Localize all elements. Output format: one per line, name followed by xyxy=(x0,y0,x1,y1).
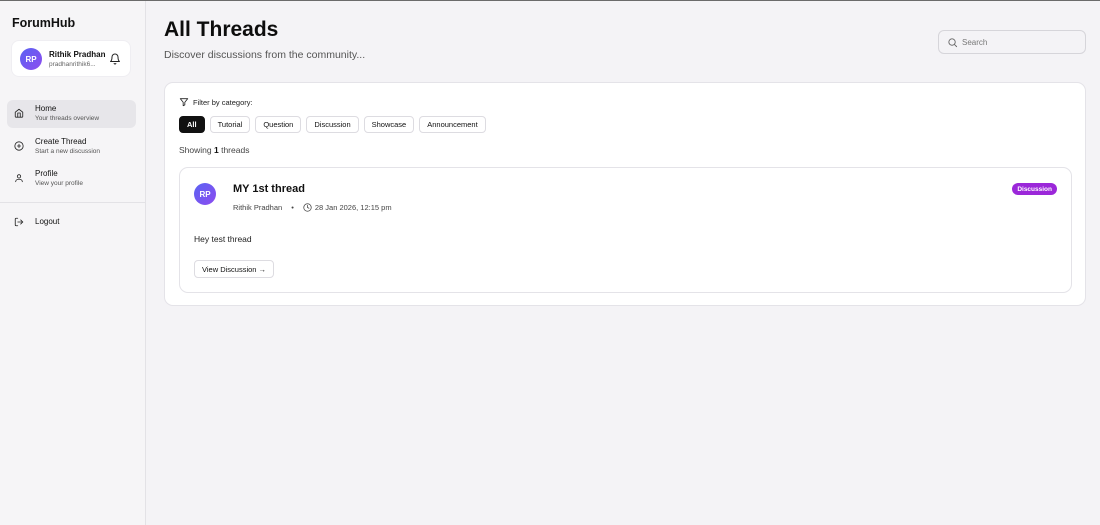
clock-icon xyxy=(303,203,312,212)
category-chips: All Tutorial Question Discussion Showcas… xyxy=(179,116,486,133)
category-chip-all[interactable]: All xyxy=(179,116,205,133)
thread-card[interactable]: RP MY 1st thread Rithik Pradhan • 28 Jan… xyxy=(179,167,1072,293)
results-count: Showing 1 threads xyxy=(179,145,249,155)
page-subtitle: Discover discussions from the community.… xyxy=(164,49,366,61)
sidebar-item-home[interactable]: Home Your threads overview xyxy=(7,100,136,128)
user-card[interactable]: RP Rithik Pradhan pradhanrithik6... xyxy=(11,40,131,77)
filter-label: Filter by category: xyxy=(179,97,253,107)
thread-author-avatar: RP xyxy=(194,183,216,205)
category-chip-question[interactable]: Question xyxy=(255,116,302,133)
sidebar-item-title: Profile xyxy=(35,169,58,178)
plus-circle-icon xyxy=(14,141,24,151)
user-email: pradhanrithik6... xyxy=(49,61,96,68)
category-chip-showcase[interactable]: Showcase xyxy=(363,116,415,133)
filter-label-text: Filter by category: xyxy=(193,97,253,107)
sidebar-item-profile[interactable]: Profile View your profile xyxy=(7,165,136,193)
logout-label: Logout xyxy=(35,217,60,226)
threads-panel: Filter by category: All Tutorial Questio… xyxy=(164,82,1086,306)
logout-icon xyxy=(14,217,24,227)
brand-logo[interactable]: ForumHub xyxy=(12,16,75,30)
sidebar-item-subtitle: Start a new discussion xyxy=(35,148,101,155)
thread-author: Rithik Pradhan xyxy=(233,203,283,212)
meta-separator: • xyxy=(291,203,294,212)
category-chip-discussion[interactable]: Discussion xyxy=(306,116,359,133)
sidebar: ForumHub RP Rithik Pradhan pradhanrithik… xyxy=(0,1,146,525)
search-icon xyxy=(948,38,958,48)
results-number: 1 xyxy=(213,145,219,155)
sidebar-divider xyxy=(0,202,145,203)
category-badge: Discussion xyxy=(1012,183,1057,195)
page-title: All Threads xyxy=(164,18,279,41)
sidebar-item-title: Home xyxy=(35,104,57,113)
results-prefix: Showing xyxy=(179,145,212,155)
category-chip-tutorial[interactable]: Tutorial xyxy=(209,116,251,133)
sidebar-item-title: Create Thread xyxy=(35,137,87,146)
thread-date: 28 Jan 2026, 12:15 pm xyxy=(314,203,392,212)
thread-excerpt: Hey test thread xyxy=(194,234,252,244)
results-suffix: threads xyxy=(221,145,250,155)
logout-button[interactable]: Logout xyxy=(7,214,136,232)
user-icon xyxy=(15,174,23,183)
bell-icon[interactable] xyxy=(109,53,121,65)
sidebar-item-create-thread[interactable]: Create Thread Start a new discussion xyxy=(7,133,136,161)
thread-meta: Rithik Pradhan • 28 Jan 2026, 12:15 pm xyxy=(233,203,392,212)
category-chip-announcement[interactable]: Announcement xyxy=(419,116,486,133)
user-name: Rithik Pradhan xyxy=(49,50,106,59)
home-icon xyxy=(14,108,24,118)
filter-icon xyxy=(179,98,189,107)
search-input[interactable] xyxy=(962,34,1080,50)
sidebar-item-subtitle: Your threads overview xyxy=(35,115,100,122)
view-discussion-button[interactable]: View Discussion → xyxy=(194,260,275,278)
thread-title[interactable]: MY 1st thread xyxy=(233,183,305,195)
sidebar-item-subtitle: View your profile xyxy=(35,180,83,187)
avatar: RP xyxy=(20,48,42,70)
search-box[interactable] xyxy=(938,30,1086,54)
